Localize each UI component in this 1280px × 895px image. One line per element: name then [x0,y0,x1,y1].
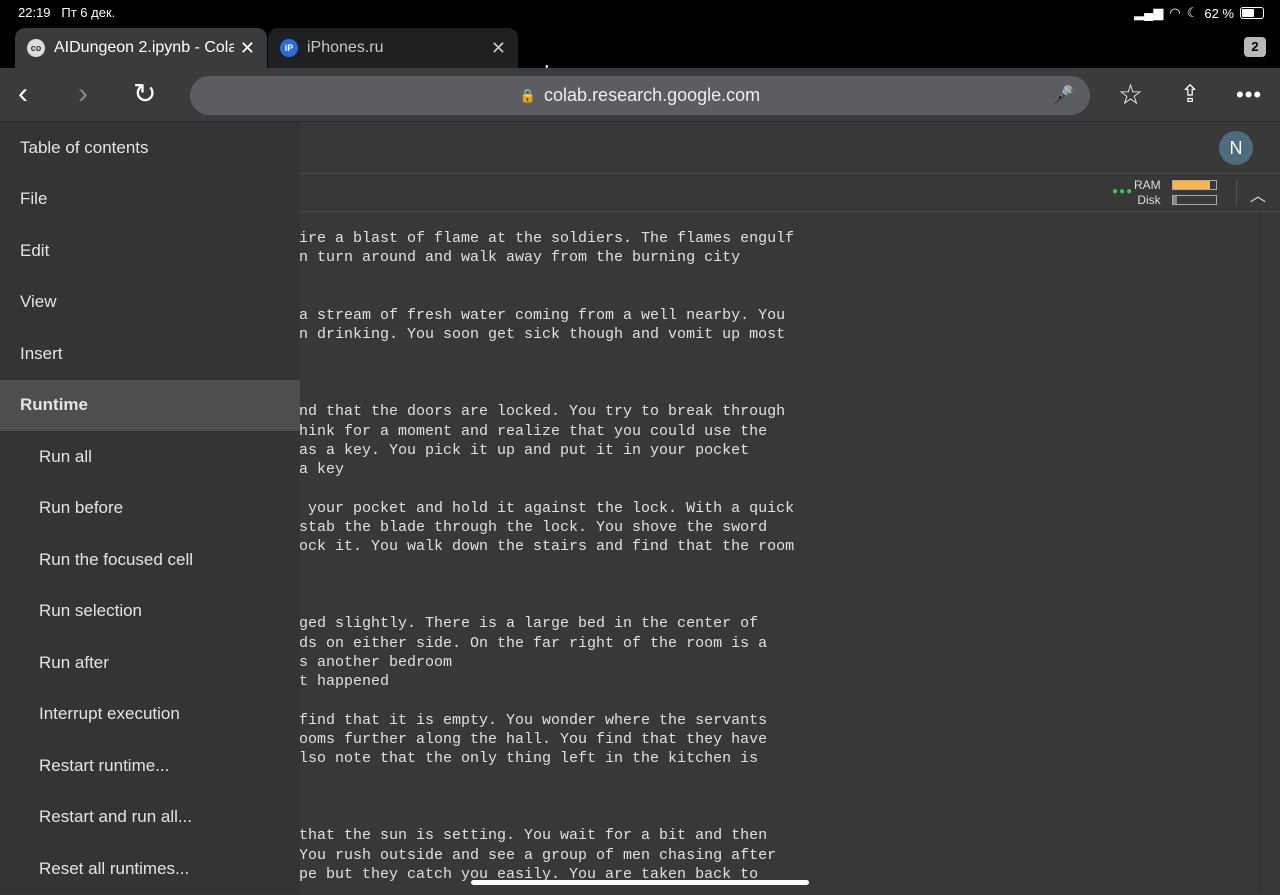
disk-bar [1172,195,1217,205]
forward-icon[interactable]: › [78,76,88,112]
output-line: ock it. You walk down the stairs and fin… [299,538,795,556]
runtime-item-reset-all-runtimes[interactable]: Reset all runtimes... [0,843,300,895]
lock-icon: 🔒 [519,87,537,103]
colab-header: N [300,122,1280,174]
output-line: nd that the doors are locked. You try to… [299,403,786,421]
resource-labels[interactable]: RAM Disk [1134,178,1161,208]
microphone-icon[interactable]: 🎤 [1052,85,1074,106]
home-indicator[interactable] [471,880,809,885]
runtime-item-restart-runtime[interactable]: Restart runtime... [0,740,300,792]
output-line: ire a blast of flame at the soldiers. Th… [299,230,795,247]
menu-item-table-of-contents[interactable]: Table of contents [0,122,300,174]
more-icon[interactable]: ••• [1236,78,1262,112]
menu-item-edit[interactable]: Edit [0,225,300,277]
connection-status-icon: ●●● [1112,186,1134,197]
runtime-item-run-before[interactable]: Run before [0,483,300,535]
output-line: hink for a moment and realize that you c… [299,422,768,440]
runtime-item-run-selection[interactable]: Run selection [0,586,300,638]
address-bar[interactable]: 🔒 colab.research.google.com 🎤 [190,76,1090,115]
output-line: You rush outside and see a group of men … [299,846,777,864]
bookmark-star-icon[interactable]: ☆ [1118,78,1143,112]
menu-panel: Table of contents File Edit View Insert Runti… [0,122,300,894]
output-line: your pocket and hold it against the lock… [299,499,795,517]
tab-colab[interactable]: co AIDungeon 2.ipynb - Colab ✕ [15,28,267,68]
colab-favicon-icon: co [27,39,45,57]
ram-bar [1172,180,1217,190]
battery-icon [1240,7,1264,19]
output-line: as a key. You pick it up and put it in y… [299,441,750,459]
divider [1236,180,1237,206]
menu-item-runtime[interactable]: Runtime [0,379,300,431]
menu-item-insert[interactable]: Insert [0,328,300,380]
menu-item-file[interactable]: File [0,174,300,226]
output-line: ooms further along the hall. You find th… [299,730,768,748]
share-icon[interactable]: ⇪ [1180,78,1200,112]
runtime-item-run-after[interactable]: Run after [0,637,300,689]
signal-icon: ▂▄▆ [1134,5,1164,20]
runtime-item-interrupt-execution[interactable]: Interrupt execution [0,689,300,741]
output-line: a stream of fresh water coming from a we… [299,307,786,325]
cell-output: ire a blast of flame at the soldiers. Th… [299,229,794,884]
runtime-item-run-all[interactable]: Run all [0,431,300,483]
scrollbar-track[interactable] [1259,212,1260,894]
runtime-item-restart-and-run-all[interactable]: Restart and run all... [0,792,300,844]
output-line: s another bedroom [299,653,453,671]
close-tab-icon[interactable]: ✕ [491,38,506,59]
reload-icon[interactable]: ↻ [133,76,156,112]
output-line: stab the blade through the lock. You sho… [299,518,768,536]
wifi-icon: ◠ [1169,5,1181,20]
avatar[interactable]: N [1219,131,1253,165]
iphones-favicon-icon: iP [280,39,298,57]
notebook-toolbar: ●●● RAM Disk ︿ [300,174,1280,212]
output-line: lso note that the only thing left in the… [299,750,759,768]
battery-percent: 62 % [1204,5,1234,21]
tab-count-button[interactable]: 2 [1244,37,1266,57]
runtime-item-run-the-focused-cell[interactable]: Run the focused cell [0,534,300,586]
status-bar: 22:19 Пт 6 дек. ▂▄▆ ◠ ☾ 62 % [0,0,1280,28]
browser-toolbar: ‹ › ↻ 🔒 colab.research.google.com 🎤 ☆ ⇪ … [0,68,1280,122]
output-line: n drinking. You soon get sick though and… [299,326,786,344]
output-line: find that it is empty. You wonder where … [299,711,768,729]
output-line: n turn around and walk away from the bur… [299,249,741,267]
output-line: ged slightly. There is a large bed in th… [299,615,759,633]
output-line: that the sun is setting. You wait for a … [299,827,768,845]
chevron-up-icon[interactable]: ︿ [1250,182,1266,206]
back-icon[interactable]: ‹ [18,76,28,112]
output-line: t happened [299,673,390,691]
output-line: ds on either side. On the far right of t… [299,634,768,652]
output-line: a key [299,461,345,479]
tab-iphones[interactable]: iP iPhones.ru ✕ [268,28,518,68]
moon-icon: ☾ [1186,5,1199,20]
status-time: 22:19 Пт 6 дек. [18,5,116,20]
menu-item-view[interactable]: View [0,277,300,329]
browser-tabs: co AIDungeon 2.ipynb - Colab ✕ iP iPhone… [0,28,1280,88]
close-tab-icon[interactable]: ✕ [240,38,255,59]
